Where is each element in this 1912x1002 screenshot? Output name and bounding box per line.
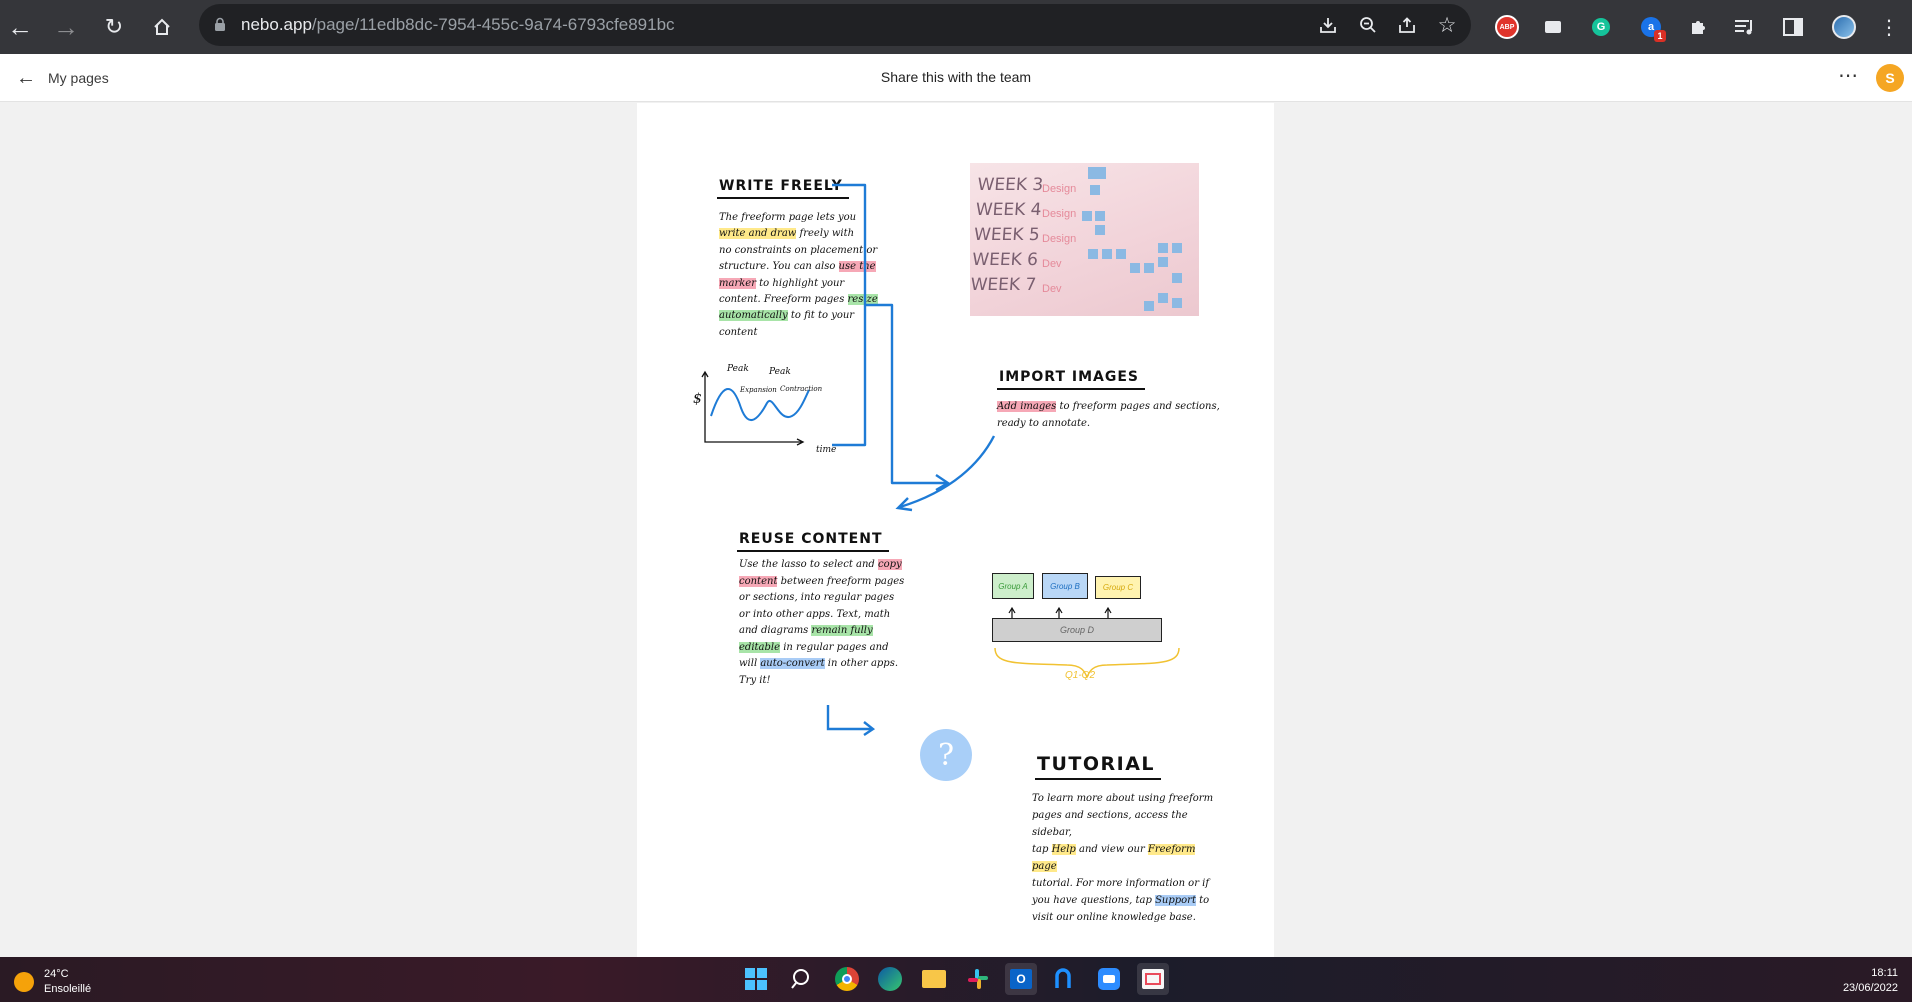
graph-xlabel: time (816, 445, 837, 455)
abp-icon[interactable]: ABP (1491, 11, 1523, 43)
import-images-text[interactable]: Add images to freeform pages and section… (997, 399, 1237, 432)
graph-contraction-label: Contraction (780, 385, 823, 393)
profile-icon[interactable] (1828, 11, 1860, 43)
puzzle-icon[interactable] (1683, 11, 1715, 43)
weather-temp: 24°C (44, 968, 69, 980)
lock-icon[interactable] (213, 17, 227, 32)
weather-condition: Ensoleillé (44, 983, 92, 995)
slack-icon[interactable] (962, 963, 994, 995)
start-icon[interactable] (740, 963, 772, 995)
reuse-content-title[interactable]: REUSE CONTENT (737, 531, 889, 552)
photo-side-labels: Design Design Design Dev Dev (1042, 183, 1077, 295)
brace-label: Q1-Q2 (1065, 670, 1096, 681)
briefcase-icon[interactable] (1537, 11, 1569, 43)
tutorial-text[interactable]: To learn more about using freeform pages… (1032, 790, 1222, 926)
graph-peak-label-1: Peak (727, 364, 749, 374)
kebab-icon[interactable]: ⋮ (1873, 11, 1905, 43)
page-canvas: WRITE FREELY The freeform page lets you … (0, 103, 1912, 957)
forward-icon[interactable]: → (48, 9, 84, 45)
snipping-tool-icon[interactable] (1137, 963, 1169, 995)
home-icon[interactable] (144, 9, 180, 45)
search-icon[interactable] (786, 963, 818, 995)
grammarly-icon[interactable]: G (1585, 11, 1617, 43)
address-bar[interactable]: nebo.app/page/11edb8dc-7954-455c-9a74-67… (199, 4, 1471, 46)
whiteboard-photo[interactable]: WEEK 3 WEEK 4 WEEK 5 WEEK 6 WEEK 7 Desig… (970, 163, 1199, 316)
share-icon[interactable] (1394, 12, 1420, 38)
flow-arrow-to-tutorial (826, 705, 876, 736)
install-app-icon[interactable] (1315, 12, 1341, 38)
app-header: ← My pages Share this with the team ⋯ S (0, 54, 1912, 102)
back-icon[interactable]: ← (2, 9, 38, 45)
help-circle-icon[interactable]: ? (920, 729, 972, 781)
more-options-icon[interactable]: ⋯ (1838, 63, 1859, 88)
browser-toolbar: ← → ↻ nebo.app/page/11edb8dc-7954-455c-9… (0, 0, 1912, 54)
file-explorer-icon[interactable] (918, 963, 950, 995)
outlook-icon[interactable]: O (1005, 963, 1037, 995)
avatar[interactable]: S (1876, 64, 1904, 92)
bookmark-star-icon[interactable]: ☆ (1434, 12, 1460, 38)
weather-widget[interactable]: 24°C Ensoleillé (14, 967, 91, 997)
import-images-title[interactable]: IMPORT IMAGES (997, 369, 1145, 390)
zoom-icon[interactable] (1355, 12, 1381, 38)
graph-peak-label-2: Peak (769, 367, 791, 377)
media-icon[interactable] (1729, 11, 1761, 43)
graph-ylabel: $ (693, 391, 702, 407)
group-a-box[interactable]: Group A (992, 573, 1034, 599)
group-c-box[interactable]: Group C (1095, 576, 1141, 599)
clock-time: 18:11 (1871, 967, 1898, 979)
group-diagram[interactable]: Group A Group B Group C Group D Q1-Q2 (987, 573, 1187, 688)
url-text[interactable]: nebo.app/page/11edb8dc-7954-455c-9a74-67… (241, 15, 675, 35)
group-d-box[interactable]: Group D (992, 618, 1162, 642)
reload-icon[interactable]: ↻ (96, 9, 132, 45)
graph-expansion-label: Expansion (740, 386, 777, 394)
freeform-page[interactable]: WRITE FREELY The freeform page lets you … (637, 103, 1274, 957)
flow-arrow-to-reuse (895, 435, 996, 512)
system-clock[interactable]: 18:11 23/06/2022 (1843, 966, 1898, 996)
nebo-icon[interactable] (1049, 963, 1081, 995)
translate-icon[interactable]: a1 (1635, 11, 1667, 43)
chrome-icon[interactable] (831, 963, 863, 995)
sun-icon (14, 972, 34, 992)
photo-week-labels: WEEK 3 WEEK 4 WEEK 5 WEEK 6 WEEK 7 (970, 175, 1044, 295)
reuse-content-text[interactable]: Use the lasso to select and copy content… (739, 557, 909, 689)
taskbar: 24°C Ensoleillé O 18:11 23/06/2022 (0, 957, 1912, 1002)
zoom-app-icon[interactable] (1093, 963, 1125, 995)
tutorial-title[interactable]: TUTORIAL (1034, 753, 1162, 780)
group-b-box[interactable]: Group B (1042, 573, 1088, 599)
economic-cycle-sketch[interactable]: Peak Peak Expansion Contraction $ time (693, 364, 847, 458)
edge-icon[interactable] (874, 963, 906, 995)
sticky-note (1088, 167, 1106, 179)
page-title[interactable]: Share this with the team (0, 69, 1912, 85)
sidepanel-icon[interactable] (1777, 11, 1809, 43)
clock-date: 23/06/2022 (1842, 982, 1898, 994)
